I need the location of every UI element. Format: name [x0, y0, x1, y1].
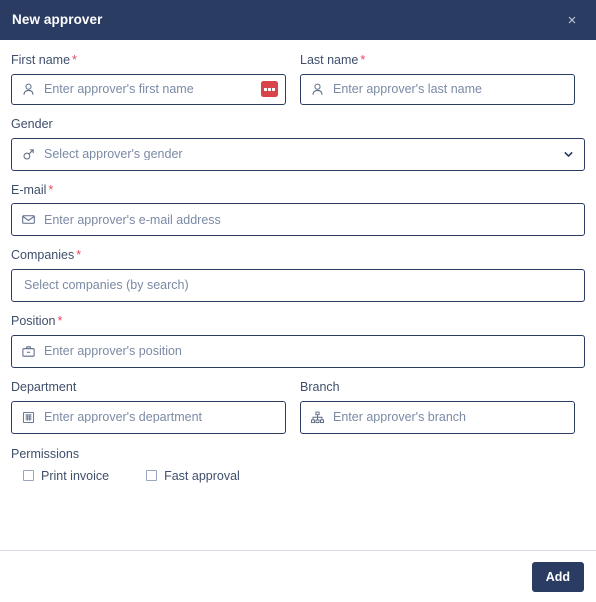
branch-label-text: Branch: [300, 379, 340, 394]
close-icon[interactable]: ×: [562, 10, 582, 30]
companies-label-text: Companies: [11, 248, 75, 263]
first-name-input[interactable]: Enter approver's first name: [44, 83, 277, 96]
last-name-required-asterisk: *: [360, 53, 366, 67]
new-approver-dialog: New approver × First name * Enter approve…: [0, 0, 596, 602]
add-button[interactable]: Add: [531, 561, 584, 592]
branch-input-wrapper[interactable]: Enter approver's branch: [300, 400, 575, 434]
last-name-label-text: Last name: [300, 53, 359, 67]
email-input[interactable]: Enter approver's e-mail address: [44, 214, 576, 227]
position-label: Position *: [11, 314, 585, 329]
checkbox-fast-approval-label: Fast approval: [164, 468, 240, 483]
field-companies: Companies * Select companies (by search): [11, 248, 585, 302]
dialog-body: First name* Enter approver's first name: [0, 40, 596, 550]
chevron-down-icon[interactable]: [562, 148, 575, 161]
first-name-input-wrapper[interactable]: Enter approver's first name: [11, 73, 286, 105]
department-branch-row: Department Enter approver's department B…: [11, 379, 585, 447]
companies-input[interactable]: Select companies (by search): [20, 279, 576, 292]
dialog-title: New approver: [12, 12, 103, 28]
user-icon: [20, 81, 36, 97]
checkbox-fast-approval[interactable]: Fast approval: [146, 468, 240, 483]
field-email: E-mail * Enter approver's e-mail address: [11, 182, 585, 237]
department-input-wrapper[interactable]: Enter approver's department: [11, 400, 286, 434]
position-input-wrapper[interactable]: Enter approver's position: [11, 334, 585, 368]
checkbox-print-invoice[interactable]: Print invoice: [23, 468, 110, 483]
name-row: First name* Enter approver's first name: [11, 53, 585, 118]
department-input[interactable]: Enter approver's department: [44, 411, 277, 424]
companies-input-wrapper[interactable]: Select companies (by search): [11, 269, 585, 302]
envelope-icon: [20, 212, 36, 228]
companies-label: Companies *: [11, 248, 585, 263]
field-permissions: Permissions Print invoice Fast approval: [11, 447, 585, 483]
last-name-input-wrapper[interactable]: Enter approver's last name: [300, 73, 575, 105]
position-label-text: Position: [11, 314, 56, 328]
checkbox-print-invoice-box[interactable]: [23, 470, 34, 482]
last-name-input[interactable]: Enter approver's last name: [333, 83, 566, 96]
user-icon: [309, 81, 325, 97]
ellipsis-badge-icon[interactable]: [261, 81, 278, 98]
email-required-asterisk: *: [48, 182, 54, 197]
position-required-asterisk: *: [57, 314, 63, 328]
building-icon: [20, 409, 36, 425]
companies-required-asterisk: *: [76, 248, 82, 263]
last-name-label: Last name *: [300, 53, 575, 68]
email-label: E-mail *: [11, 182, 585, 198]
gender-select-value[interactable]: Select approver's gender: [44, 148, 576, 161]
field-first-name: First name * Enter approver's first name: [11, 53, 286, 105]
checkbox-fast-approval-box[interactable]: [146, 470, 158, 482]
briefcase-icon: [20, 343, 36, 359]
branch-input[interactable]: Enter approver's branch: [333, 411, 566, 424]
gender-icon: [20, 146, 36, 162]
department-label: Department: [11, 379, 286, 395]
gender-select-wrapper[interactable]: Select approver's gender: [11, 137, 585, 171]
permissions-checkbox-group: Print invoice Fast approval: [11, 468, 585, 483]
branch-label: Branch: [300, 379, 575, 395]
dialog-header: New approver ×: [0, 0, 596, 40]
field-position: Position * Enter approver's position: [11, 314, 585, 368]
position-input[interactable]: Enter approver's position: [44, 345, 576, 358]
dialog-footer: Add: [0, 550, 596, 602]
email-label-text: E-mail: [11, 182, 47, 197]
email-input-wrapper[interactable]: Enter approver's e-mail address: [11, 203, 585, 237]
gender-label-text: Gender: [11, 116, 53, 131]
first-name-label-text: First name: [11, 53, 71, 67]
first-name-label: First name *: [11, 53, 286, 68]
permissions-label: Permissions: [11, 446, 80, 461]
field-department: Department Enter approver's department: [11, 379, 286, 434]
field-last-name: Last name * Enter approver's last name: [300, 53, 575, 105]
sitemap-icon: [309, 409, 325, 425]
field-gender: Gender Select approver's gender: [11, 116, 585, 171]
checkbox-print-invoice-label: Print invoice: [41, 468, 110, 483]
first-name-required-asterisk: *: [72, 53, 77, 67]
gender-label: Gender: [11, 116, 585, 132]
field-branch: Branch Enter approver's branch: [300, 379, 575, 434]
department-label-text: Department: [11, 379, 77, 394]
